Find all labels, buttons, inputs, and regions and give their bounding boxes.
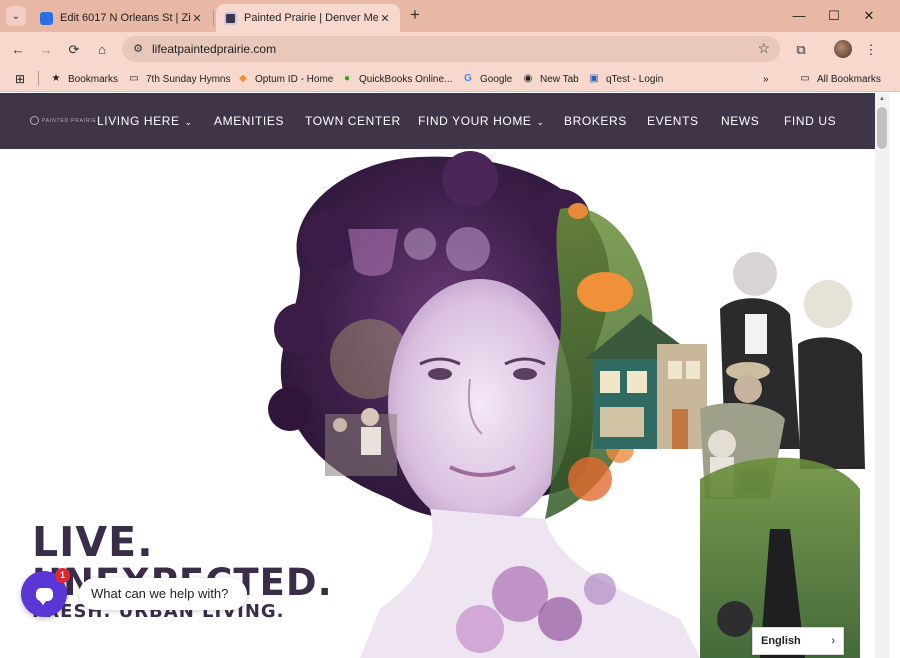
google-icon: G bbox=[464, 73, 472, 84]
tab-title: Edit 6017 N Orleans St | Zillow R bbox=[60, 12, 190, 24]
nav-brokers[interactable]: BROKERS bbox=[564, 114, 627, 128]
tab-divider bbox=[213, 10, 214, 26]
tab-search-button[interactable]: ⌄ bbox=[6, 6, 26, 26]
profile-avatar[interactable] bbox=[834, 40, 852, 58]
nav-amenities[interactable]: AMENITIES bbox=[214, 114, 284, 128]
scrollbar-thumb[interactable] bbox=[877, 107, 887, 149]
nav-living-here[interactable]: LIVING HERE ⌄ bbox=[97, 114, 193, 128]
url-text[interactable]: lifeatpaintedprairie.com bbox=[152, 42, 276, 56]
new-tab-globe-icon: ◉ bbox=[523, 73, 533, 84]
all-bookmarks-button[interactable]: ▭ All Bookmarks bbox=[799, 71, 881, 87]
scroll-up-arrow-icon[interactable]: ▲ bbox=[879, 96, 885, 102]
tab-painted-prairie[interactable]: Painted Prairie | Denver Metro R ✕ bbox=[216, 4, 400, 32]
back-button[interactable]: ← bbox=[7, 39, 29, 61]
close-icon[interactable]: ✕ bbox=[190, 12, 204, 25]
reload-button[interactable]: ⟳ bbox=[63, 39, 85, 61]
window-frame bbox=[889, 93, 900, 658]
close-icon[interactable]: ✕ bbox=[378, 12, 392, 25]
address-bar[interactable]: ⚙ lifeatpaintedprairie.com ☆ bbox=[122, 36, 780, 62]
site-logo[interactable]: PAINTED PRAIRIE bbox=[30, 116, 97, 125]
browser-menu-icon[interactable]: ⋮ bbox=[860, 39, 882, 61]
folder-icon: ▭ bbox=[129, 73, 139, 84]
star-icon: ★ bbox=[51, 73, 61, 84]
bookmarks-bar: ⊞ ★ Bookmarks ▭ 7th Sunday Hymns ◆ Optum… bbox=[0, 66, 900, 92]
optum-icon: ◆ bbox=[239, 73, 247, 84]
close-window-button[interactable]: ✕ bbox=[852, 0, 886, 32]
new-tab-button[interactable]: + bbox=[405, 5, 425, 25]
bookmark-item-google[interactable]: G Google bbox=[462, 71, 512, 87]
chat-bubble-icon bbox=[35, 587, 53, 605]
language-selector[interactable]: English › bbox=[752, 627, 844, 655]
bookmark-item-7th-sunday-hymns[interactable]: ▭ 7th Sunday Hymns bbox=[128, 71, 230, 87]
language-selected: English bbox=[761, 635, 801, 647]
logo-mark-icon bbox=[30, 116, 39, 125]
nav-find-your-home[interactable]: FIND YOUR HOME ⌄ bbox=[418, 114, 545, 128]
browser-toolbar: ← → ⟳ ⌂ ⚙ lifeatpaintedprairie.com ☆ ⧉ ⋮ bbox=[0, 32, 900, 66]
minimize-button[interactable]: — bbox=[782, 0, 816, 32]
tab-zillow[interactable]: Edit 6017 N Orleans St | Zillow R ✕ bbox=[32, 4, 212, 32]
maximize-button[interactable]: ☐ bbox=[817, 0, 851, 32]
nav-events[interactable]: EVENTS bbox=[647, 114, 699, 128]
nav-find-us[interactable]: FIND US bbox=[784, 114, 836, 128]
chat-prompt-bubble[interactable]: What can we help with? bbox=[79, 578, 247, 610]
page-viewport: PAINTED PRAIRIE LIVING HERE ⌄ AMENITIES T… bbox=[0, 93, 889, 658]
zillow-favicon-icon bbox=[40, 11, 53, 25]
page-scrollbar[interactable] bbox=[875, 93, 889, 658]
bookmark-star-icon[interactable]: ☆ bbox=[757, 40, 770, 57]
site-settings-icon[interactable]: ⚙ bbox=[130, 41, 146, 57]
nav-news[interactable]: NEWS bbox=[721, 114, 759, 128]
bookmark-item-optum[interactable]: ◆ Optum ID - Home bbox=[237, 71, 333, 87]
chat-notification-badge: 1 bbox=[55, 568, 70, 583]
bookmark-item-qtest[interactable]: ▣ qTest - Login bbox=[588, 71, 663, 87]
painted-prairie-favicon-icon bbox=[224, 11, 237, 25]
chevron-down-icon: ⌄ bbox=[11, 10, 21, 22]
bookmarks-overflow-icon[interactable]: » bbox=[763, 71, 769, 87]
bookmark-item-bookmarks[interactable]: ★ Bookmarks bbox=[50, 71, 119, 87]
bookmark-item-quickbooks[interactable]: ● QuickBooks Online... bbox=[341, 71, 452, 87]
nav-town-center[interactable]: TOWN CENTER bbox=[305, 114, 401, 128]
chevron-right-icon: › bbox=[831, 635, 835, 647]
bookmarks-divider bbox=[38, 71, 39, 86]
folder-icon: ▭ bbox=[800, 73, 810, 84]
home-button[interactable]: ⌂ bbox=[91, 39, 113, 61]
site-navigation: PAINTED PRAIRIE LIVING HERE ⌄ AMENITIES T… bbox=[0, 93, 875, 149]
bookmark-item-new-tab[interactable]: ◉ New Tab bbox=[522, 71, 579, 87]
quickbooks-icon: ● bbox=[343, 73, 351, 84]
forward-button[interactable]: → bbox=[35, 39, 57, 61]
tab-title: Painted Prairie | Denver Metro R bbox=[244, 12, 378, 24]
hero-headline-line1: LIVE. bbox=[32, 518, 154, 566]
extensions-icon[interactable]: ⧉ bbox=[790, 39, 812, 61]
apps-grid-icon[interactable]: ⊞ bbox=[14, 71, 32, 87]
chevron-down-icon: ⌄ bbox=[536, 117, 545, 127]
qtest-icon: ▣ bbox=[589, 73, 599, 84]
chevron-down-icon: ⌄ bbox=[184, 117, 193, 127]
